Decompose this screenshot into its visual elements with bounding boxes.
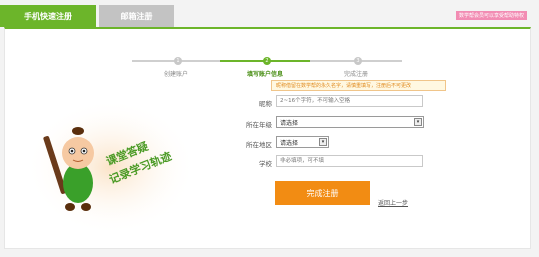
mascot-head	[62, 137, 94, 169]
grade-select-value: 请选择	[280, 119, 299, 127]
step-3-label: 完成注册	[344, 71, 369, 78]
chevron-down-icon[interactable]: ▾	[414, 118, 422, 126]
mascot-illustration: 课堂答疑 记录学习轨迹	[26, 99, 196, 235]
nickname-label: 昵称	[259, 100, 272, 108]
step-1-dot: 1	[174, 57, 182, 65]
step-3-dot: 3	[354, 57, 362, 65]
top-tab-bar: 手机快速注册 邮箱注册 数学帮会员可以享受帮助特权	[0, 0, 539, 27]
progress-steps: 1 2 3 创建账户 填写账户信息 完成注册	[132, 57, 402, 78]
nickname-input[interactable]	[276, 95, 423, 107]
member-notice-badge[interactable]: 数学帮会员可以享受帮助特权	[455, 11, 527, 20]
mascot-hair-bun	[72, 127, 84, 135]
school-label: 学校	[259, 160, 272, 168]
complete-register-button[interactable]: 完成注册	[275, 181, 370, 205]
tab-email-register[interactable]: 邮箱注册	[99, 5, 174, 27]
step-2-dot: 2	[263, 57, 271, 65]
tab-phone-register[interactable]: 手机快速注册	[0, 5, 96, 27]
nickname-tip: 昵称借留在数学帮的永久名字，请慎重填写，注册后不可更改	[271, 80, 446, 91]
school-input[interactable]	[276, 155, 423, 167]
region-select[interactable]: 请选择 ▾	[276, 136, 329, 148]
region-select-value: 请选择	[280, 139, 299, 147]
region-label: 所在地区	[246, 141, 272, 149]
back-link[interactable]: 返回上一步	[378, 198, 408, 207]
grade-label: 所在年级	[246, 121, 272, 129]
chevron-down-icon[interactable]: ▾	[319, 138, 327, 146]
step-1-label: 创建账户	[164, 71, 189, 78]
grade-select[interactable]: 请选择 ▾	[276, 116, 424, 128]
step-2-label: 填写账户信息	[247, 71, 284, 78]
